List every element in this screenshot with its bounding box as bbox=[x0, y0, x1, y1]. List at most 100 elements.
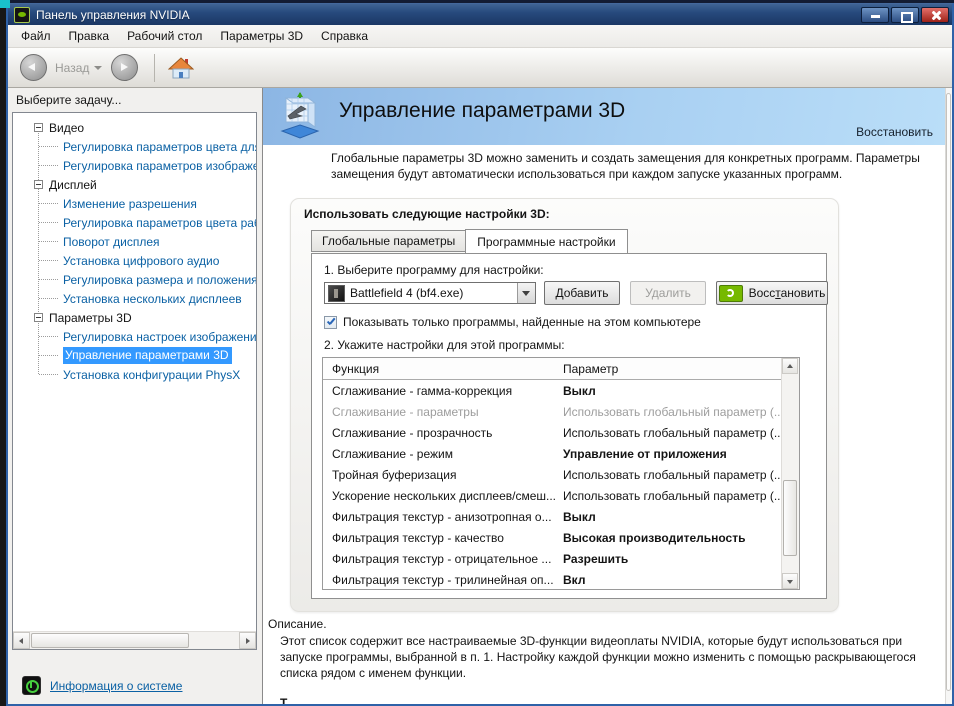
screen: Панель управления NVIDIA Файл Правка Рабоч… bbox=[0, 0, 954, 706]
table-row[interactable]: Фильтрация текстур - качество Высокая про… bbox=[323, 527, 782, 548]
tree-item[interactable]: Установка конфигурации PhysX bbox=[13, 365, 256, 384]
checkbox-label: Показывать только программы, найденные н… bbox=[343, 315, 701, 329]
page-banner: Управление параметрами 3D Восстановить bbox=[263, 88, 945, 145]
vertical-scroll-thumb[interactable] bbox=[783, 480, 797, 556]
restore-button[interactable]: Восстановить bbox=[716, 281, 828, 305]
tree-item-label[interactable]: Регулировка размера и положения ра bbox=[63, 273, 256, 287]
menu-item[interactable]: Справка bbox=[312, 25, 377, 47]
toolbar: Назад bbox=[8, 48, 952, 88]
tree-item-label[interactable]: Поворот дисплея bbox=[63, 235, 160, 249]
program-settings-tab-content: 1. Выберите программу для настройки: Bat… bbox=[311, 253, 828, 599]
column-header-feature: Функция bbox=[332, 361, 380, 376]
system-info-row[interactable]: Информация о системе bbox=[22, 676, 182, 695]
add-button[interactable]: Добавить bbox=[544, 281, 620, 305]
menu-item[interactable]: Рабочий стол bbox=[118, 25, 211, 47]
value-cell[interactable]: Высокая производительность bbox=[563, 531, 782, 545]
tree-item[interactable]: Регулировка настроек изображения с bbox=[13, 327, 256, 346]
tree-item-label[interactable]: Регулировка параметров изображени bbox=[63, 159, 256, 173]
show-only-found-programs-row[interactable]: Показывать только программы, найденные н… bbox=[324, 315, 701, 329]
back-label: Назад bbox=[55, 60, 90, 75]
table-row[interactable]: Сглаживание - режим Управление от приложе… bbox=[323, 443, 782, 464]
table-row[interactable]: Фильтрация текстур - трилинейная оп... Вк… bbox=[323, 569, 782, 589]
table-row[interactable]: Сглаживание - прозрачность Использовать г… bbox=[323, 422, 782, 443]
collapse-icon[interactable] bbox=[34, 180, 43, 189]
back-history-caret-icon[interactable] bbox=[94, 65, 103, 70]
tree-item-label[interactable]: Изменение разрешения bbox=[63, 197, 197, 211]
tree-item[interactable]: Регулировка размера и положения ра bbox=[13, 270, 256, 289]
show-only-found-programs-checkbox[interactable] bbox=[324, 315, 337, 329]
tree-horizontal-scrollbar[interactable] bbox=[13, 631, 256, 649]
value-cell[interactable]: Выкл bbox=[563, 510, 782, 524]
tab-global-settings[interactable]: Глобальные параметры bbox=[311, 230, 466, 252]
restore-defaults-link[interactable]: Восстановить bbox=[856, 125, 933, 139]
main-content: Управление параметрами 3D Восстановить Г… bbox=[262, 88, 945, 704]
tree-item-label[interactable]: Регулировка параметров цвета для ви bbox=[63, 140, 256, 154]
scroll-left-arrow-icon[interactable] bbox=[13, 632, 30, 649]
content-scroll-thumb[interactable] bbox=[946, 93, 951, 691]
forward-button[interactable] bbox=[111, 54, 139, 81]
feature-cell: Фильтрация текстур - отрицательное ... bbox=[332, 551, 552, 566]
tree-item[interactable]: Поворот дисплея bbox=[13, 232, 256, 251]
description-text: Этот список содержит все настраиваемые 3… bbox=[280, 634, 916, 680]
tree-item-label[interactable]: Регулировка параметров цвета рабоч bbox=[63, 216, 256, 230]
back-button[interactable] bbox=[20, 54, 47, 81]
system-info-link[interactable]: Информация о системе bbox=[50, 679, 182, 693]
program-select-value: Battlefield 4 (bf4.exe) bbox=[350, 286, 464, 300]
table-row[interactable]: Фильтрация текстур - анизотропная о... Вы… bbox=[323, 506, 782, 527]
tree-item[interactable]: Установка нескольких дисплеев bbox=[13, 289, 256, 308]
value-cell[interactable]: Использовать глобальный параметр (... bbox=[563, 489, 782, 503]
remove-button[interactable]: Удалить bbox=[630, 281, 706, 305]
tree-item[interactable]: Изменение разрешения bbox=[13, 194, 256, 213]
maximize-button[interactable] bbox=[891, 6, 919, 23]
value-cell[interactable]: Использовать глобальный параметр (... bbox=[563, 468, 782, 482]
table-row[interactable]: Тройная буферизация Использовать глобальн… bbox=[323, 464, 782, 485]
menu-item[interactable]: Файл bbox=[12, 25, 60, 47]
value-cell[interactable]: Вкл bbox=[563, 573, 782, 587]
program-select[interactable]: Battlefield 4 (bf4.exe) bbox=[324, 282, 536, 304]
tree-item[interactable]: Регулировка параметров цвета для ви bbox=[13, 137, 256, 156]
table-vertical-scrollbar[interactable] bbox=[781, 358, 799, 589]
tree-item-label[interactable]: Установка конфигурации PhysX bbox=[63, 368, 240, 382]
content-vertical-scrollbar[interactable] bbox=[945, 88, 952, 704]
tree-item[interactable]: Регулировка параметров изображени bbox=[13, 156, 256, 175]
close-button[interactable] bbox=[921, 6, 949, 23]
tab-program-settings[interactable]: Программные настройки bbox=[465, 229, 628, 253]
value-cell[interactable]: Выкл bbox=[563, 384, 782, 398]
menu-item[interactable]: Правка bbox=[60, 25, 119, 47]
table-row[interactable]: Ускорение нескольких дисплеев/смеш... Исп… bbox=[323, 485, 782, 506]
tree-item[interactable]: Установка цифрового аудио bbox=[13, 251, 256, 270]
tree-item[interactable]: Управление параметрами 3D bbox=[13, 346, 256, 365]
scroll-right-arrow-icon[interactable] bbox=[239, 632, 256, 649]
tree-item-label[interactable]: Установка цифрового аудио bbox=[63, 254, 219, 268]
settings-panel: Использовать следующие настройки 3D: Гло… bbox=[290, 198, 839, 612]
collapse-icon[interactable] bbox=[34, 123, 43, 132]
tree-section[interactable]: Видео bbox=[13, 118, 256, 137]
table-row[interactable]: Сглаживание - гамма-коррекция Выкл bbox=[323, 380, 782, 401]
scroll-down-arrow-icon[interactable] bbox=[782, 573, 798, 589]
tree-section[interactable]: Параметры 3D bbox=[13, 308, 256, 327]
value-cell[interactable]: Управление от приложения bbox=[563, 447, 782, 461]
tree-item-label[interactable]: Установка нескольких дисплеев bbox=[63, 292, 242, 306]
tree-item-label[interactable]: Регулировка настроек изображения с bbox=[63, 330, 256, 344]
collapse-icon[interactable] bbox=[34, 313, 43, 322]
feature-cell: Тройная буферизация bbox=[332, 467, 457, 482]
scroll-up-arrow-icon[interactable] bbox=[782, 358, 798, 374]
tree-item-label[interactable]: Управление параметрами 3D bbox=[63, 347, 232, 364]
tree-item[interactable]: Регулировка параметров цвета рабоч bbox=[13, 213, 256, 232]
value-cell[interactable]: Использовать глобальный параметр (... bbox=[563, 405, 782, 419]
table-row[interactable]: Сглаживание - параметры Использовать глоб… bbox=[323, 401, 782, 422]
program-select-dropdown-icon[interactable] bbox=[517, 283, 535, 303]
toolbar-separator bbox=[154, 53, 156, 82]
horizontal-scroll-thumb[interactable] bbox=[31, 633, 189, 648]
value-cell[interactable]: Использовать глобальный параметр (... bbox=[563, 426, 782, 440]
tree-section[interactable]: Дисплей bbox=[13, 175, 256, 194]
table-row[interactable]: Фильтрация текстур - отрицательное ... Ра… bbox=[323, 548, 782, 569]
table-header-row: Функция Параметр bbox=[323, 358, 799, 380]
feature-cell: Сглаживание - гамма-коррекция bbox=[332, 383, 513, 398]
value-cell[interactable]: Разрешить bbox=[563, 552, 782, 566]
column-header-value: Параметр bbox=[563, 361, 619, 376]
settings-tabs: Глобальные параметры Программные настрой… bbox=[311, 229, 628, 253]
home-icon[interactable] bbox=[168, 56, 195, 80]
minimize-button[interactable] bbox=[861, 6, 889, 23]
menu-item[interactable]: Параметры 3D bbox=[211, 25, 312, 47]
